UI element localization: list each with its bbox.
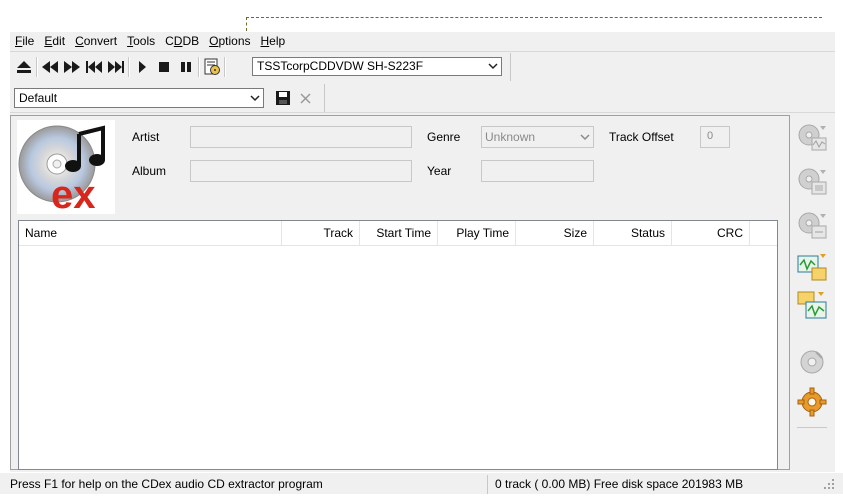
cddb-icon: [204, 58, 220, 75]
skip-back-button[interactable]: [84, 57, 104, 77]
eject-icon: [17, 61, 31, 73]
skip-back-icon: [86, 61, 102, 73]
stop-icon: [159, 62, 169, 72]
wav-to-mp3-button[interactable]: [795, 251, 829, 285]
column-header-name[interactable]: Name: [19, 221, 282, 245]
skip-forward-icon: [108, 61, 124, 73]
play-icon: [139, 61, 146, 73]
album-label: Album: [132, 164, 167, 178]
album-field[interactable]: [190, 160, 412, 182]
gear-icon: [797, 387, 827, 417]
transport-toolbar: [14, 57, 226, 77]
delete-icon: [300, 93, 311, 104]
menu-convert[interactable]: Convert: [70, 32, 122, 50]
chevron-down-icon: [580, 134, 590, 141]
track-offset-label: Track Offset: [609, 130, 674, 144]
year-field[interactable]: [481, 160, 594, 182]
drive-select[interactable]: TSSTcorpCDDVDW SH-S223F: [252, 57, 502, 76]
fast-forward-button[interactable]: [62, 57, 82, 77]
pause-icon: [181, 62, 191, 72]
toolbar-separator: [128, 57, 130, 77]
artist-field[interactable]: [190, 126, 412, 148]
cd-record-icon: [800, 350, 824, 374]
status-bar: Press F1 for help on the CDex audio CD e…: [0, 473, 843, 494]
save-profile-button[interactable]: [274, 89, 292, 110]
chevron-down-icon: [488, 63, 498, 70]
menu-bar: File Edit Convert Tools CDDB Options Hel…: [10, 32, 290, 50]
cd-partial-icon: [798, 212, 827, 239]
column-header-size[interactable]: Size: [516, 221, 594, 245]
toolbar-separator: [198, 57, 200, 77]
toolbar-divider: [10, 112, 835, 113]
window-edge: [0, 0, 10, 388]
column-header-track[interactable]: Track: [282, 221, 360, 245]
mp3-to-wav-button[interactable]: [795, 289, 829, 323]
column-header-start-time[interactable]: Start Time: [360, 221, 438, 245]
chevron-down-icon: [250, 95, 260, 102]
cddb-button[interactable]: [202, 57, 222, 77]
track-list-header: Name Track Start Time Play Time Size Sta…: [19, 221, 777, 246]
play-button[interactable]: [132, 57, 152, 77]
mp3-to-wav-icon: [797, 291, 827, 319]
menu-divider: [10, 51, 835, 52]
stop-button[interactable]: [154, 57, 174, 77]
menu-cddb[interactable]: CDDB: [160, 32, 204, 50]
rewind-button[interactable]: [40, 57, 60, 77]
artist-label: Artist: [132, 130, 160, 144]
fast-forward-icon: [64, 61, 80, 73]
menu-help[interactable]: Help: [256, 32, 291, 50]
rewind-icon: [42, 61, 58, 73]
extract-partial-button[interactable]: [795, 209, 829, 243]
status-disk-info: 0 track ( 0.00 MB) Free disk space 20198…: [495, 477, 744, 491]
track-offset-field[interactable]: 0: [700, 126, 730, 148]
skip-forward-button[interactable]: [106, 57, 126, 77]
genre-select[interactable]: Unknown: [481, 126, 594, 148]
record-button[interactable]: [795, 345, 829, 379]
sidebar-divider: [797, 427, 827, 428]
wav-to-mp3-icon: [797, 254, 827, 281]
configure-button[interactable]: [795, 385, 829, 419]
action-sidebar: [794, 115, 830, 470]
track-list[interactable]: Name Track Start Time Play Time Size Sta…: [18, 220, 778, 470]
cd-to-mp3-icon: [798, 168, 827, 195]
menu-options[interactable]: Options: [204, 32, 255, 50]
eject-button[interactable]: [14, 57, 34, 77]
logo-text: ex: [51, 173, 96, 214]
toolbar-separator: [510, 53, 511, 81]
status-help-text: Press F1 for help on the CDex audio CD e…: [6, 475, 488, 494]
profile-select[interactable]: Default: [14, 88, 264, 108]
extract-to-mp3-button[interactable]: [795, 165, 829, 199]
focus-rectangle: [246, 17, 822, 31]
column-header-status[interactable]: Status: [594, 221, 672, 245]
column-header-play-time[interactable]: Play Time: [438, 221, 516, 245]
menu-edit[interactable]: Edit: [39, 32, 70, 50]
cd-to-wav-icon: [798, 124, 827, 151]
extract-to-wav-button[interactable]: [795, 121, 829, 155]
menu-tools[interactable]: Tools: [122, 32, 160, 50]
column-header-crc[interactable]: CRC: [672, 221, 750, 245]
year-label: Year: [427, 164, 452, 178]
genre-label: Genre: [427, 130, 461, 144]
cdex-logo: ex: [17, 120, 115, 217]
toolbar-separator: [324, 84, 325, 112]
delete-profile-button[interactable]: [298, 89, 314, 110]
save-icon: [276, 91, 290, 105]
toolbar-separator: [36, 57, 38, 77]
toolbar-separator: [224, 57, 226, 77]
menu-file[interactable]: File: [10, 32, 39, 50]
pause-button[interactable]: [176, 57, 196, 77]
resize-grip-icon[interactable]: [823, 478, 835, 490]
